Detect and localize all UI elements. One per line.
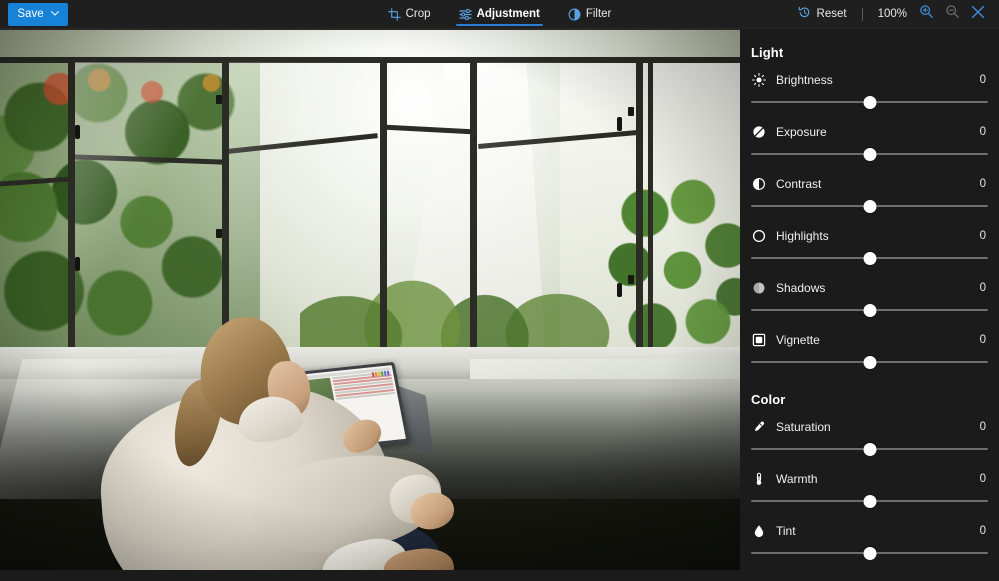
highlights-circle-outline-icon (751, 228, 767, 244)
tab-crop-label: Crop (405, 7, 431, 20)
slider-track-tint[interactable] (751, 541, 988, 565)
slider-thumb-contrast[interactable] (863, 199, 876, 213)
slider-value-saturation: 0 (979, 421, 986, 433)
slider-highlights: Highlights 0 (751, 226, 988, 270)
slider-tint: Tint 0 (751, 521, 988, 565)
slider-saturation: Saturation 0 (751, 417, 988, 461)
slider-track-highlights[interactable] (751, 246, 988, 270)
slider-label-vignette: Vignette (776, 333, 820, 347)
slider-label-exposure: Exposure (776, 125, 827, 139)
slider-label-shadows: Shadows (776, 281, 826, 295)
photo-image (0, 29, 740, 581)
slider-thumb-vignette[interactable] (863, 355, 876, 369)
slider-label-warmth: Warmth (776, 472, 818, 486)
tab-adjustment[interactable]: Adjustment (455, 0, 544, 29)
slider-value-tint: 0 (979, 525, 986, 537)
filter-icon (568, 8, 581, 21)
section-title-color: Color (751, 392, 786, 407)
slider-value-warmth: 0 (979, 473, 986, 485)
saturation-eyedropper-icon (751, 419, 767, 435)
zoom-in-button[interactable] (913, 3, 939, 26)
slider-label-highlights: Highlights (776, 229, 829, 243)
tab-filter[interactable]: Filter (565, 0, 615, 29)
reset-button[interactable]: Reset (792, 3, 853, 26)
brightness-sun-icon (751, 72, 767, 88)
slider-value-brightness: 0 (979, 74, 986, 86)
toolbar-divider (861, 7, 863, 21)
chevron-down-icon (50, 10, 59, 18)
shadows-filled-circle-icon (751, 280, 767, 296)
zoom-in-icon (919, 4, 934, 24)
slider-label-tint: Tint (776, 524, 796, 538)
slider-vignette: Vignette 0 (751, 330, 988, 374)
image-canvas[interactable] (0, 29, 740, 581)
vignette-square-icon (751, 332, 767, 348)
reset-button-label: Reset (816, 8, 847, 20)
tab-adjustment-label: Adjustment (476, 7, 540, 20)
close-button[interactable] (965, 3, 991, 26)
slider-thumb-brightness[interactable] (863, 95, 876, 109)
slider-track-exposure[interactable] (751, 142, 988, 166)
slider-track-shadows[interactable] (751, 298, 988, 322)
slider-thumb-saturation[interactable] (863, 442, 876, 456)
slider-contrast: Contrast 0 (751, 174, 988, 218)
slider-track-vignette[interactable] (751, 350, 988, 374)
tint-droplet-icon (751, 523, 767, 539)
editor-body: Light Brightness 0 Exposure 0 Contrast 0… (0, 29, 999, 581)
tab-filter-label: Filter (585, 7, 612, 20)
adjustment-sliders-icon (458, 8, 472, 21)
slider-thumb-exposure[interactable] (863, 147, 876, 161)
section-title-light: Light (751, 45, 784, 60)
slider-thumb-highlights[interactable] (863, 251, 876, 265)
slider-brightness: Brightness 0 (751, 70, 988, 114)
slider-label-saturation: Saturation (776, 420, 831, 434)
contrast-half-circle-icon (751, 176, 767, 192)
toolbar-right-controls: Reset 100% (792, 0, 999, 29)
warmth-thermometer-icon (751, 471, 767, 487)
photo-editor-window: Save Crop Adjustment Filter Reset 100% L… (0, 0, 999, 581)
save-button[interactable]: Save (8, 2, 68, 26)
slider-shadows: Shadows 0 (751, 278, 988, 322)
save-button-label: Save (17, 8, 44, 20)
slider-track-contrast[interactable] (751, 194, 988, 218)
slider-value-exposure: 0 (979, 126, 986, 138)
slider-exposure: Exposure 0 (751, 122, 988, 166)
slider-value-contrast: 0 (979, 178, 986, 190)
toolbar: Save Crop Adjustment Filter Reset 100% (0, 0, 999, 29)
exposure-aperture-icon (751, 124, 767, 140)
history-reset-icon (798, 6, 811, 22)
slider-track-saturation[interactable] (751, 437, 988, 461)
slider-label-brightness: Brightness (776, 73, 833, 87)
slider-track-warmth[interactable] (751, 489, 988, 513)
slider-warmth: Warmth 0 (751, 469, 988, 513)
slider-label-contrast: Contrast (776, 177, 822, 191)
slider-value-highlights: 0 (979, 230, 986, 242)
slider-value-vignette: 0 (979, 334, 986, 346)
close-icon (971, 5, 985, 24)
slider-value-shadows: 0 (979, 282, 986, 294)
tab-crop[interactable]: Crop (385, 0, 434, 29)
adjustments-panel: Light Brightness 0 Exposure 0 Contrast 0… (740, 29, 999, 581)
slider-thumb-tint[interactable] (863, 546, 876, 560)
slider-thumb-warmth[interactable] (863, 494, 876, 508)
slider-track-brightness[interactable] (751, 90, 988, 114)
zoom-level-label: 100% (877, 8, 907, 20)
zoom-out-button[interactable] (939, 3, 965, 26)
slider-thumb-shadows[interactable] (863, 303, 876, 317)
zoom-out-icon (945, 4, 960, 24)
crop-icon (387, 8, 401, 21)
